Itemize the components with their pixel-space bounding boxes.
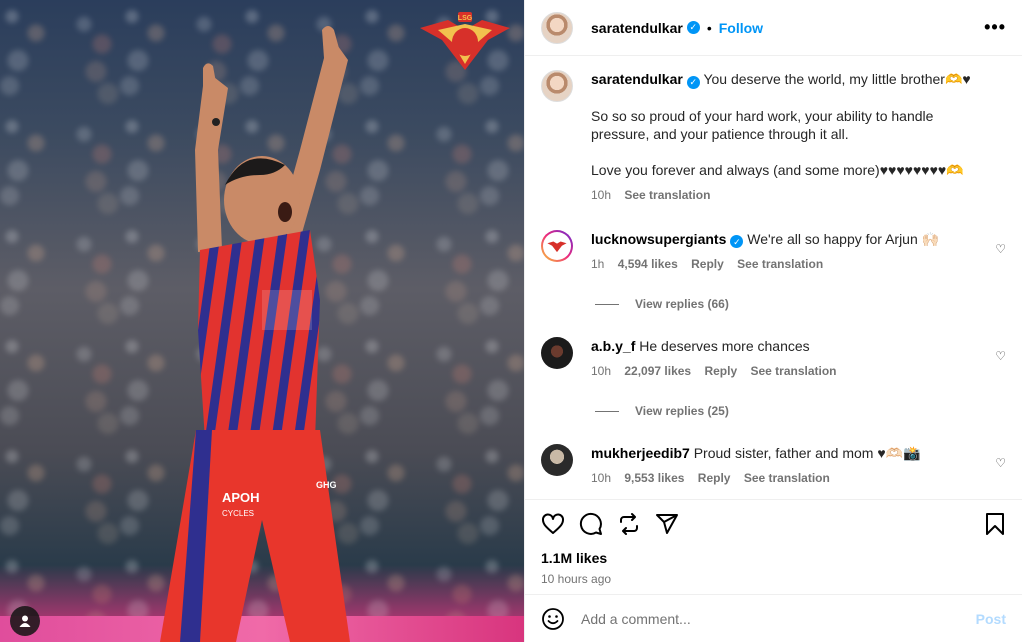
post-photo[interactable]: APOH CYCLES GHG LSG [0, 0, 524, 642]
comment-like-heart-icon[interactable]: ♡ [995, 456, 1006, 470]
comments-list[interactable]: saratendulkar ✓ You deserve the world, my… [525, 56, 1022, 499]
view-replies-button[interactable]: View replies (25) [595, 404, 1006, 418]
comment-like-heart-icon[interactable]: ♡ [995, 349, 1006, 363]
player-figure: APOH CYCLES GHG [160, 26, 350, 642]
comment-icon[interactable] [579, 512, 603, 536]
view-replies-label: View replies (25) [635, 404, 729, 418]
commenter-avatar[interactable] [541, 444, 573, 476]
comment-composer: Post [525, 594, 1022, 642]
author-username[interactable]: saratendulkar [591, 20, 683, 36]
svg-text:APOH: APOH [222, 490, 260, 505]
separator: • [706, 19, 712, 36]
comment-likes[interactable]: 9,553 likes [624, 471, 684, 485]
comment-item: lucknowsupergiants ✓ We're all so happy f… [541, 230, 1006, 274]
reply-button[interactable]: Reply [698, 471, 731, 485]
reply-button[interactable]: Reply [704, 364, 737, 378]
caption-username[interactable]: saratendulkar [591, 71, 683, 87]
see-translation-link[interactable]: See translation [624, 188, 710, 202]
bookmark-icon[interactable] [984, 512, 1006, 536]
likes-count[interactable]: 1.1M likes [541, 550, 1006, 566]
caption-line-2: So so so proud of your hard work, your a… [591, 107, 934, 142]
caption: saratendulkar ✓ You deserve the world, my… [541, 70, 1006, 204]
comment-time: 10h [591, 471, 612, 485]
commenter-avatar[interactable] [541, 337, 573, 369]
action-bar: 1.1M likes 10 hours ago [525, 499, 1022, 594]
commenter-username[interactable]: mukherjeedib7 [591, 445, 690, 461]
user-tag-icon[interactable] [10, 606, 40, 636]
comment-likes[interactable]: 22,097 likes [624, 364, 691, 378]
caption-time: 10h [591, 187, 612, 202]
caption-line-1: You deserve the world, my little brother… [703, 71, 971, 87]
share-icon[interactable] [655, 512, 679, 536]
emoji-icon[interactable] [541, 607, 565, 631]
post-comment-button[interactable]: Post [976, 611, 1006, 627]
like-heart-icon[interactable] [541, 512, 565, 536]
follow-button[interactable]: Follow [719, 20, 763, 36]
post-modal: APOH CYCLES GHG LSG saratendulkar ✓ • Fo… [0, 0, 1022, 642]
team-logo: LSG [420, 12, 510, 70]
comment-time: 10h [591, 364, 612, 378]
commenter-avatar[interactable] [541, 230, 573, 262]
comment-input[interactable] [581, 610, 976, 627]
svg-text:CYCLES: CYCLES [222, 509, 254, 518]
verified-badge-icon: ✓ [686, 75, 700, 89]
post-sidebar: saratendulkar ✓ • Follow ••• saratendulk… [524, 0, 1022, 642]
author-avatar[interactable] [541, 11, 573, 44]
svg-text:LSG: LSG [458, 15, 473, 22]
see-translation-link[interactable]: See translation [744, 471, 830, 485]
comment-likes[interactable]: 4,594 likes [618, 257, 678, 271]
view-replies-label: View replies (66) [635, 297, 729, 311]
post-time: 10 hours ago [541, 572, 612, 586]
commenter-username[interactable]: a.b.y_f [591, 338, 635, 354]
verified-badge-icon: ✓ [686, 21, 700, 34]
more-options-icon[interactable]: ••• [984, 17, 1006, 38]
post-header: saratendulkar ✓ • Follow ••• [525, 0, 1022, 56]
comment-text: Proud sister, father and mom ♥🫶🏻📸 [693, 445, 921, 461]
see-translation-link[interactable]: See translation [750, 364, 836, 378]
repost-icon[interactable] [617, 512, 641, 536]
comment-like-heart-icon[interactable]: ♡ [995, 242, 1006, 256]
comment-item: a.b.y_f He deserves more chances 10h 22,… [541, 337, 1006, 380]
commenter-username[interactable]: lucknowsupergiants [591, 231, 726, 247]
comment-item: mukherjeedib7 Proud sister, father and m… [541, 444, 1006, 487]
reply-button[interactable]: Reply [691, 257, 724, 271]
verified-badge-icon: ✓ [730, 235, 744, 248]
comment-text: He deserves more chances [639, 338, 810, 354]
comment-time: 1h [591, 257, 605, 271]
comment-text: We're all so happy for Arjun 🙌🏻 [747, 230, 940, 247]
caption-line-3: Love you forever and always (and some mo… [591, 161, 964, 178]
svg-text:GHG: GHG [316, 480, 337, 490]
view-replies-button[interactable]: View replies (66) [595, 297, 1006, 311]
author-avatar[interactable] [541, 70, 573, 102]
see-translation-link[interactable]: See translation [737, 257, 823, 271]
